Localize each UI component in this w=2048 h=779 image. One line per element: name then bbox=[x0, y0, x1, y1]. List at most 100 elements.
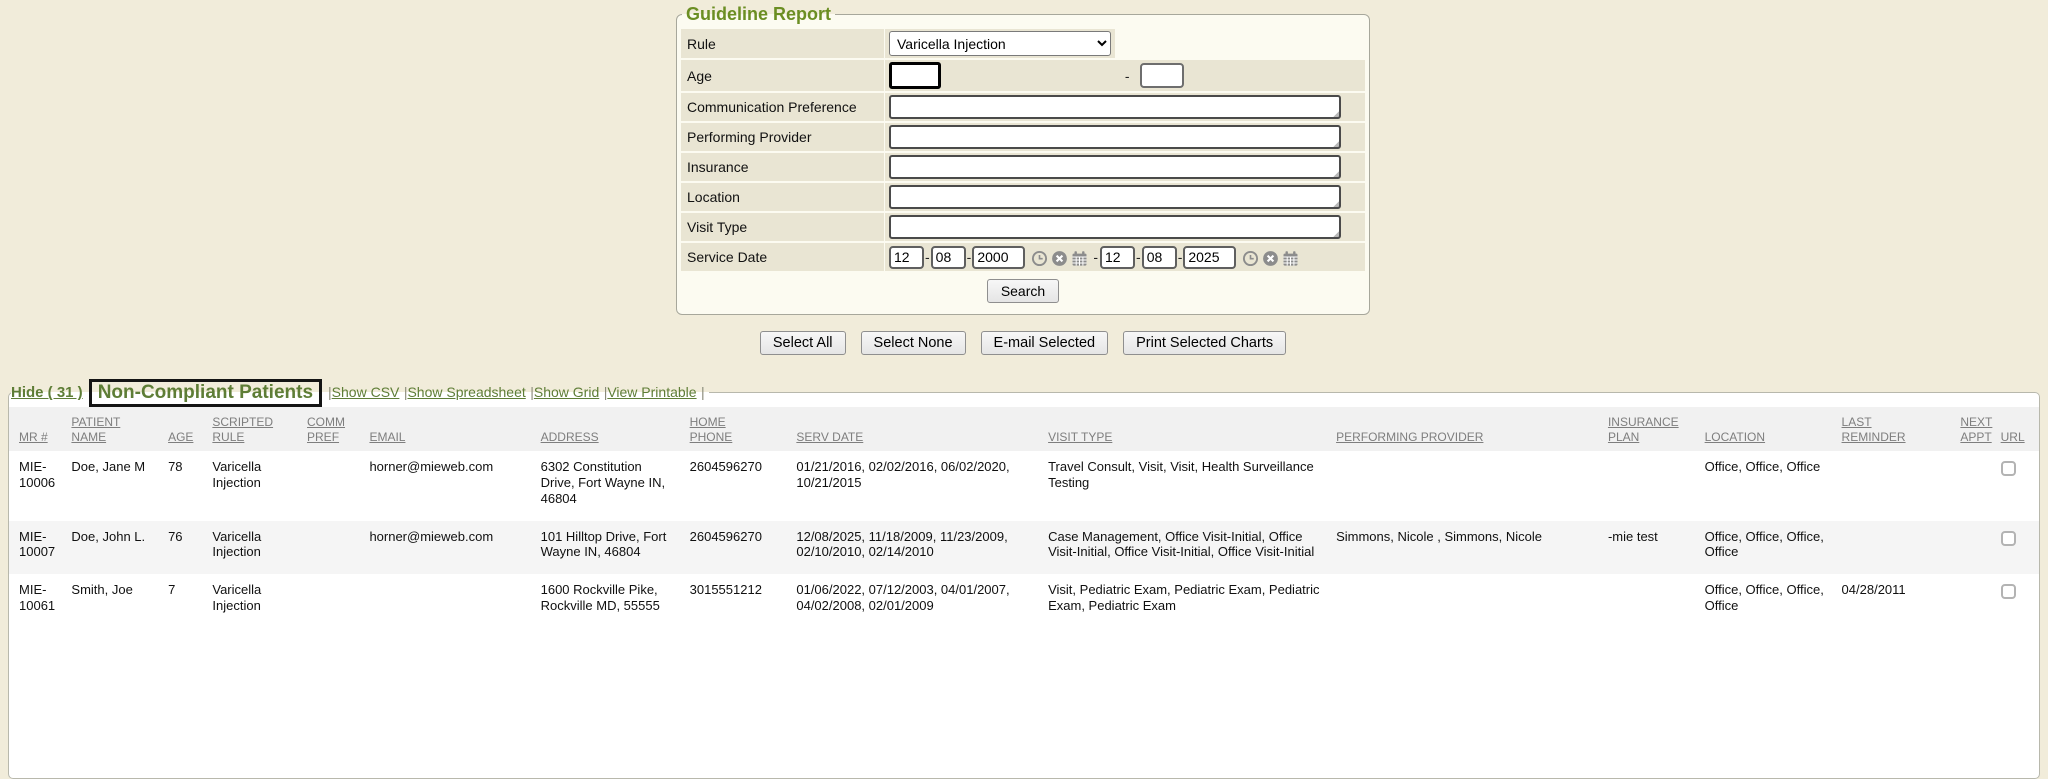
service-date-to-month-input[interactable] bbox=[1100, 246, 1135, 269]
column-header-email[interactable]: EMAIL bbox=[369, 407, 540, 451]
cell-insurance bbox=[1608, 451, 1705, 521]
cell-email: horner@mieweb.com bbox=[369, 521, 540, 575]
insurance-input[interactable] bbox=[889, 155, 1341, 179]
service-date-from-year-input[interactable] bbox=[972, 246, 1025, 269]
column-header-location[interactable]: LOCATION bbox=[1705, 407, 1842, 451]
column-header-line: LAST bbox=[1842, 415, 1949, 431]
cell-age: 76 bbox=[168, 521, 212, 575]
print-selected-charts-button[interactable]: Print Selected Charts bbox=[1123, 331, 1286, 355]
column-header-comm[interactable]: COMMPREF bbox=[307, 407, 369, 451]
cell-mr: MIE-10006 bbox=[9, 451, 71, 521]
visit-type-input[interactable] bbox=[889, 215, 1341, 239]
service-date-from-month-input[interactable] bbox=[889, 246, 924, 269]
age-to-input[interactable] bbox=[1140, 63, 1184, 88]
column-header-line: HOME bbox=[690, 415, 785, 431]
cell-visit: Case Management, Office Visit-Initial, O… bbox=[1048, 521, 1336, 575]
service-date-row: Service Date ----- bbox=[681, 243, 1365, 271]
patient-row: MIE-10061Smith, Joe7Varicella Injection1… bbox=[9, 574, 2039, 628]
patients-table: MR #PATIENTNAMEAGESCRIPTEDRULECOMMPREFEM… bbox=[9, 407, 2039, 628]
show-csv-link[interactable]: Show CSV bbox=[332, 384, 400, 400]
patients-view-links: |Show CSV |Show Spreadsheet |Show Grid |… bbox=[328, 384, 705, 402]
patients-section-title: Non-Compliant Patients bbox=[89, 379, 322, 407]
clock-icon[interactable] bbox=[1242, 250, 1259, 267]
show-grid-link[interactable]: Show Grid bbox=[534, 384, 599, 400]
column-header-url[interactable]: URL bbox=[2001, 407, 2039, 451]
column-header-line: RULE bbox=[212, 430, 295, 446]
column-header-line: REMINDER bbox=[1842, 430, 1949, 446]
cell-provider bbox=[1336, 574, 1608, 628]
show-spreadsheet-link[interactable]: Show Spreadsheet bbox=[407, 384, 525, 400]
cell-serv: 12/08/2025, 11/18/2009, 11/23/2009, 02/1… bbox=[796, 521, 1048, 575]
calendar-icon[interactable] bbox=[1071, 250, 1088, 267]
location-input[interactable] bbox=[889, 185, 1341, 209]
column-header-last[interactable]: LASTREMINDER bbox=[1842, 407, 1961, 451]
cell-last bbox=[1842, 521, 1961, 575]
column-header-phone[interactable]: HOMEPHONE bbox=[690, 407, 797, 451]
age-from-input[interactable] bbox=[889, 62, 941, 89]
column-header-serv[interactable]: SERV DATE bbox=[796, 407, 1048, 451]
column-header-provider[interactable]: PERFORMING PROVIDER bbox=[1336, 407, 1608, 451]
performing-provider-input[interactable] bbox=[889, 125, 1341, 149]
column-header-address[interactable]: ADDRESS bbox=[541, 407, 690, 451]
column-header-visit[interactable]: VISIT TYPE bbox=[1048, 407, 1336, 451]
hide-count-link[interactable]: Hide ( 31 ) bbox=[11, 384, 83, 401]
column-header-line: APPT bbox=[1960, 430, 1988, 446]
calendar-icon[interactable] bbox=[1282, 250, 1299, 267]
column-header-line: PHONE bbox=[690, 430, 785, 446]
age-row: Age - bbox=[681, 60, 1365, 91]
column-header-mr[interactable]: MR # bbox=[9, 407, 71, 451]
service-date-to-year-input[interactable] bbox=[1183, 246, 1236, 269]
cell-url bbox=[2001, 521, 2039, 575]
column-header-line: PREF bbox=[307, 430, 357, 446]
performing-provider-row: Performing Provider bbox=[681, 123, 1365, 151]
insurance-row: Insurance bbox=[681, 153, 1365, 181]
column-header-next[interactable]: NEXTAPPT bbox=[1960, 407, 2000, 451]
service-date-to-day-input[interactable] bbox=[1142, 246, 1177, 269]
cell-next bbox=[1960, 521, 2000, 575]
date-dash: - bbox=[925, 249, 930, 265]
clear-icon[interactable] bbox=[1262, 250, 1279, 267]
service-date-to-icons bbox=[1242, 250, 1299, 267]
column-header-line: PERFORMING PROVIDER bbox=[1336, 430, 1596, 446]
rule-label: Rule bbox=[681, 29, 884, 58]
cell-comm bbox=[307, 521, 369, 575]
column-header-line: NAME bbox=[71, 430, 156, 446]
column-header-name[interactable]: PATIENTNAME bbox=[71, 407, 168, 451]
cell-provider: Simmons, Nicole , Simmons, Nicole bbox=[1336, 521, 1608, 575]
cell-next bbox=[1960, 451, 2000, 521]
rule-row-filler bbox=[1116, 29, 1365, 58]
cell-visit: Visit, Pediatric Exam, Pediatric Exam, P… bbox=[1048, 574, 1336, 628]
cell-mr: MIE-10061 bbox=[9, 574, 71, 628]
clear-icon[interactable] bbox=[1051, 250, 1068, 267]
rule-select[interactable]: Varicella Injection bbox=[889, 31, 1111, 56]
cell-location: Office, Office, Office, Office bbox=[1705, 574, 1842, 628]
visit-type-row: Visit Type bbox=[681, 213, 1365, 241]
column-header-line: URL bbox=[2001, 430, 2027, 446]
column-header-insurance[interactable]: INSURANCEPLAN bbox=[1608, 407, 1705, 451]
select-none-button[interactable]: Select None bbox=[861, 331, 966, 355]
rule-row: Rule Varicella Injection bbox=[681, 29, 1365, 58]
select-patient-checkbox[interactable] bbox=[2001, 531, 2016, 546]
guideline-report-legend: Guideline Report bbox=[682, 4, 835, 25]
search-button[interactable]: Search bbox=[987, 279, 1059, 303]
cell-serv: 01/21/2016, 02/02/2016, 06/02/2020, 10/2… bbox=[796, 451, 1048, 521]
select-patient-checkbox[interactable] bbox=[2001, 584, 2016, 599]
age-label: Age bbox=[681, 60, 884, 91]
cell-age: 78 bbox=[168, 451, 212, 521]
cell-email: horner@mieweb.com bbox=[369, 451, 540, 521]
cell-rule: Varicella Injection bbox=[212, 451, 307, 521]
age-range-dash: - bbox=[1125, 68, 1130, 84]
service-date-from-day-input[interactable] bbox=[931, 246, 966, 269]
select-patient-checkbox[interactable] bbox=[2001, 461, 2016, 476]
cell-phone: 3015551212 bbox=[690, 574, 797, 628]
column-header-rule[interactable]: SCRIPTEDRULE bbox=[212, 407, 307, 451]
clock-icon[interactable] bbox=[1031, 250, 1048, 267]
email-selected-button[interactable]: E-mail Selected bbox=[981, 331, 1109, 355]
communication-preference-input[interactable] bbox=[889, 95, 1341, 119]
column-header-age[interactable]: AGE bbox=[168, 407, 212, 451]
select-all-button[interactable]: Select All bbox=[760, 331, 846, 355]
service-date-label: Service Date bbox=[681, 243, 884, 271]
column-header-line: SCRIPTED bbox=[212, 415, 295, 431]
date-dash: - bbox=[967, 249, 972, 265]
view-printable-link[interactable]: View Printable bbox=[607, 384, 696, 400]
